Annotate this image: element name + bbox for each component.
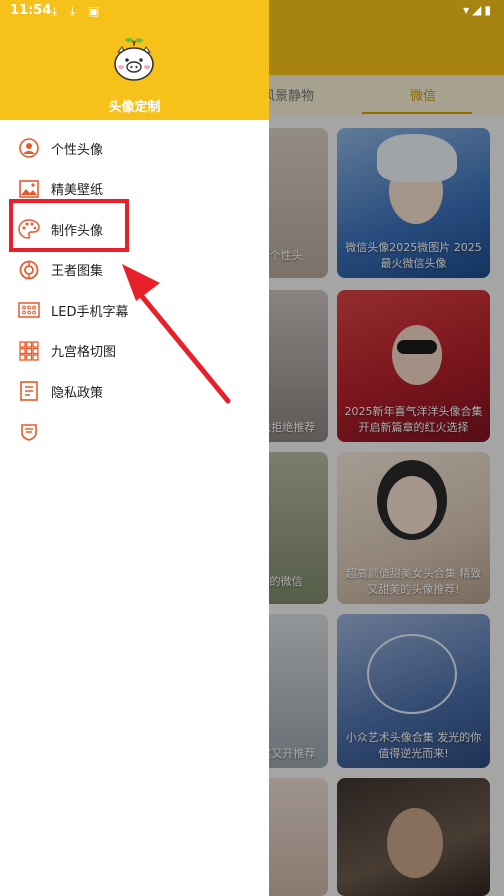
menu-item-label: 隐私政策 [51, 385, 104, 401]
menu-item-badge[interactable] [0, 412, 269, 453]
drawer-title: 头像定制 [108, 100, 161, 115]
menu-item-avatar[interactable]: 个性头像 [0, 128, 269, 169]
highlight-box [9, 199, 129, 252]
menu-item-led-subtitle[interactable]: LED手机字幕 [0, 290, 269, 331]
app-icon: ▣ [88, 4, 100, 18]
download-icon: ⤓ [52, 4, 58, 18]
badge-icon [18, 421, 40, 443]
drawer-menu: 个性头像 精美壁纸 制作头像 王者图集 LED手机字幕 九宫格切图 隐私政策 [0, 128, 269, 452]
menu-item-king-gallery[interactable]: 王者图集 [0, 250, 269, 291]
grid-icon [18, 340, 40, 362]
king-icon [18, 259, 40, 281]
status-bar: 11:54 ⤓ ⤓ ▣ ▾◢▮ [0, 0, 504, 22]
menu-item-label: 精美壁纸 [51, 183, 104, 199]
menu-item-label: 个性头像 [51, 142, 104, 158]
pig-logo-icon [114, 38, 154, 81]
menu-item-privacy-policy[interactable]: 隐私政策 [0, 371, 269, 412]
image-icon [18, 178, 40, 200]
navigation-drawer: 头像定制 个性头像 精美壁纸 制作头像 王者图集 LED手机字幕 九宫格切图 隐… [0, 0, 269, 896]
avatar-icon [18, 137, 40, 159]
led-icon [18, 299, 40, 321]
download-icon: ⤓ [70, 4, 76, 18]
menu-item-nine-grid[interactable]: 九宫格切图 [0, 331, 269, 372]
menu-item-label: 九宫格切图 [51, 345, 117, 361]
menu-item-label: 王者图集 [51, 264, 104, 280]
menu-item-label: LED手机字幕 [51, 304, 129, 320]
status-right-icons: ▾◢▮ [463, 3, 494, 17]
status-time: 11:54 [10, 3, 52, 18]
document-icon [18, 380, 40, 402]
